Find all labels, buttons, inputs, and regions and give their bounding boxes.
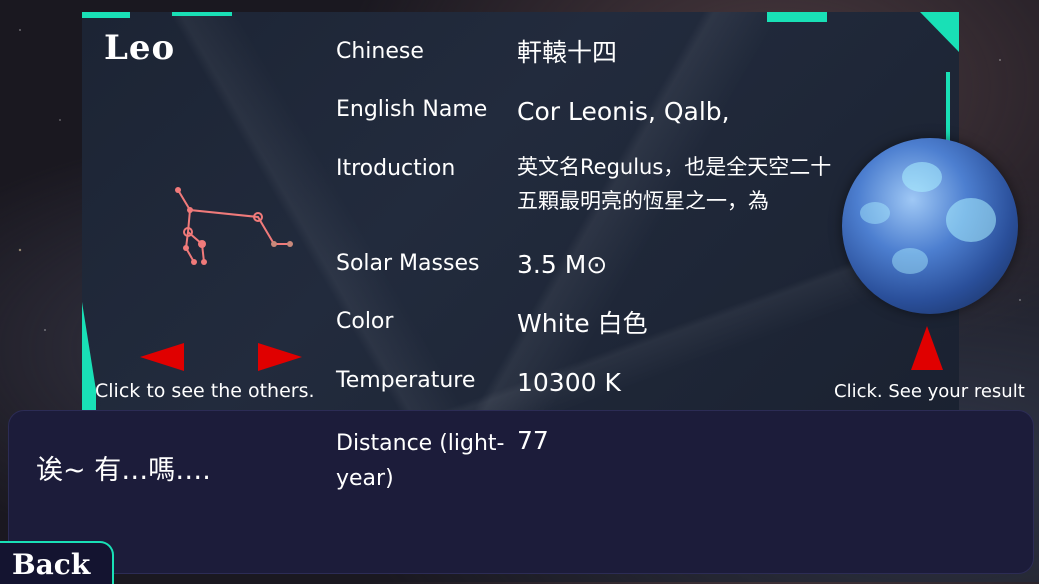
panel-corner (920, 12, 959, 52)
panel-accent (767, 12, 827, 22)
solar-masses-value: 3.5 M⊙ (517, 250, 608, 279)
introduction-label: Itroduction (336, 156, 456, 181)
constellation-icon (175, 187, 293, 265)
english-name-label: English Name (336, 97, 488, 122)
temperature-value: 10300 K (517, 368, 621, 397)
arrow-left-icon[interactable] (140, 343, 184, 371)
introduction-value: 英文名Regulus，也是全天空二十五顆最明亮的恆星之一，為 (517, 155, 832, 213)
others-hint: Click to see the others. (95, 380, 315, 402)
globe-icon[interactable] (842, 138, 1018, 314)
globe-flower (946, 198, 996, 242)
temperature-label: Temperature (336, 368, 476, 393)
constellation-name: Leo (104, 28, 176, 68)
color-value: White 白色 (517, 309, 648, 338)
globe-flower (892, 248, 928, 274)
chinese-label: Chinese (336, 39, 424, 64)
distance-value: 77 (517, 426, 549, 455)
panel-accent (82, 12, 130, 18)
distance-label: Distance (light-year) (336, 431, 505, 491)
color-label: Color (336, 309, 394, 334)
english-name-value: Cor Leonis, Qalb, (517, 97, 730, 126)
solar-masses-label: Solar Masses (336, 251, 480, 276)
arrow-right-icon[interactable] (258, 343, 302, 371)
back-button-label[interactable]: Back (12, 548, 90, 581)
result-hint: Click. See your result (834, 381, 1025, 402)
globe-flower (902, 162, 942, 192)
dialog-text: 诶~ 有…嗎…. (36, 455, 211, 486)
panel-accent (172, 12, 232, 16)
chinese-value: 軒轅十四 (517, 38, 618, 67)
globe-flower (860, 202, 890, 224)
arrow-up-icon[interactable] (911, 326, 943, 370)
